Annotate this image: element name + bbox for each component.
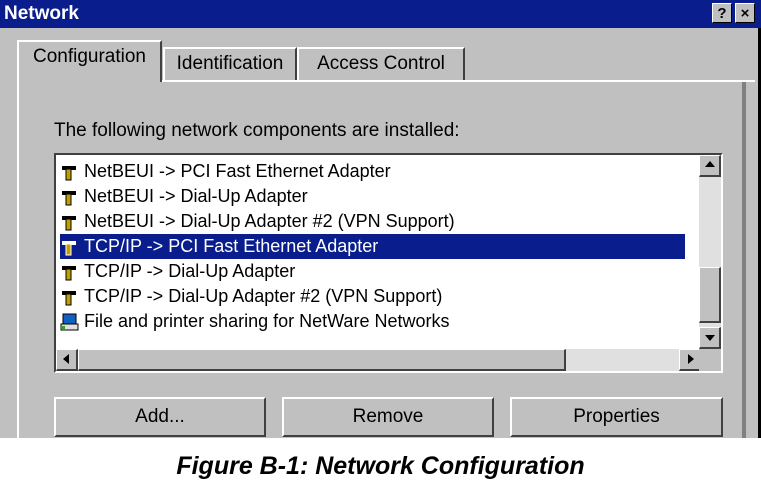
scroll-left-button[interactable] [56,349,78,371]
properties-button[interactable]: Properties [510,397,723,437]
protocol-icon [60,163,80,181]
panel-edge [742,82,746,438]
title-bar[interactable]: Network ? × [0,0,761,28]
horizontal-scroll-thumb[interactable] [78,349,566,371]
tab-identification[interactable]: Identification [163,47,297,83]
network-dialog: Network ? × Configuration Identification… [0,0,761,438]
list-item[interactable]: File and printer sharing for NetWare Net… [60,309,685,334]
window-title: Network [4,3,79,24]
protocol-icon [60,213,80,231]
arrow-left-icon [62,354,69,364]
arrow-up-icon [704,161,715,167]
close-button[interactable]: × [735,3,755,23]
list-item[interactable]: NetBEUI -> Dial-Up Adapter #2 (VPN Suppo… [60,209,685,234]
remove-button[interactable]: Remove [282,397,494,437]
tab-configuration[interactable]: Configuration [17,40,162,82]
scroll-up-button[interactable] [699,155,721,177]
protocol-icon [60,188,80,206]
horizontal-scrollbar[interactable] [56,349,701,371]
components-list[interactable]: NetBEUI -> PCI Fast Ethernet Adapter Net… [54,153,723,373]
add-button[interactable]: Add... [54,397,266,437]
components-caption: The following network components are ins… [54,120,460,141]
protocol-icon [60,263,80,281]
arrow-down-icon [704,335,715,341]
tab-access-control[interactable]: Access Control [297,47,465,83]
help-button[interactable]: ? [712,3,732,23]
scroll-down-button[interactable] [699,327,721,349]
list-item[interactable]: NetBEUI -> PCI Fast Ethernet Adapter [60,159,685,184]
protocol-icon [60,288,80,306]
arrow-right-icon [687,354,694,364]
scroll-right-button[interactable] [679,349,701,371]
file-printer-sharing-icon [60,313,80,331]
vertical-scroll-thumb[interactable] [699,267,721,323]
list-item[interactable]: NetBEUI -> Dial-Up Adapter [60,184,685,209]
scroll-corner [699,349,721,371]
figure-caption: Figure B-1: Network Configuration [176,452,585,480]
list-item[interactable]: TCP/IP -> Dial-Up Adapter [60,259,685,284]
list-item-selected[interactable]: TCP/IP -> PCI Fast Ethernet Adapter [60,234,685,259]
list-item[interactable]: TCP/IP -> Dial-Up Adapter #2 (VPN Suppor… [60,284,685,309]
vertical-scrollbar[interactable] [699,155,721,349]
protocol-icon [60,238,80,256]
